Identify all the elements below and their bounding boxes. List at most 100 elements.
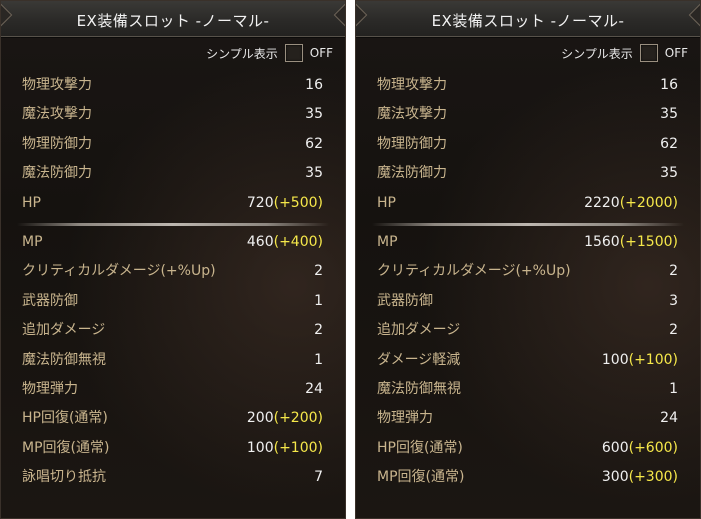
stat-row: 魔法攻撃力 35: [1, 100, 345, 129]
stat-value-group: 16: [660, 71, 678, 100]
stat-row: 詠唱切り抵抗 7: [1, 463, 345, 492]
stat-label: 魔法防御力: [377, 165, 447, 182]
stat-value: 200: [246, 410, 274, 427]
stat-row: 物理防御力 62: [1, 130, 345, 159]
stat-value-group: 2220(+2000): [584, 189, 678, 218]
simple-display-label: シンプル表示: [561, 46, 633, 61]
stat-label: 魔法攻撃力: [22, 106, 92, 123]
stat-label: HP回復(通常): [22, 410, 108, 427]
simple-display-checkbox[interactable]: [639, 44, 658, 62]
stat-row: 武器防御 1: [1, 287, 345, 316]
stat-row: 追加ダメージ 2: [1, 316, 345, 345]
stat-value-group: 200(+200): [247, 404, 323, 433]
stat-label: ダメージ軽減: [377, 351, 461, 368]
stat-value-group: 1: [314, 346, 323, 375]
stat-value: 2: [669, 322, 678, 339]
stat-value-group: 24: [305, 375, 323, 404]
stat-value: 24: [660, 410, 678, 427]
stat-row: 魔法防御力 35: [356, 159, 700, 188]
stat-label: HP回復(通常): [377, 439, 463, 456]
stat-label: MP回復(通常): [22, 439, 110, 456]
stat-row: 魔法防御無視 1: [356, 375, 700, 404]
stat-label: 物理攻撃力: [22, 77, 92, 93]
stat-value: 2: [669, 263, 678, 280]
stat-label: 魔法防御無視: [377, 381, 461, 397]
simple-display-label: シンプル表示: [206, 46, 278, 61]
stat-label: 詠唱切り抵抗: [22, 469, 106, 486]
stat-row: MP 1560(+1500): [356, 228, 700, 257]
stat-value-group: 2: [314, 316, 323, 345]
stat-divider: [17, 223, 329, 226]
stat-value: 600: [601, 439, 629, 456]
stat-value: 100: [601, 351, 629, 368]
stat-value: 100: [246, 439, 274, 456]
stat-label: HP: [377, 194, 396, 211]
stat-label: 魔法防御無視: [22, 351, 106, 368]
stat-value-group: 1: [669, 375, 678, 404]
simple-display-toggle[interactable]: シンプル表示 OFF: [206, 42, 333, 64]
stat-row: 物理弾力 24: [1, 375, 345, 404]
stat-row: 物理弾力 24: [356, 404, 700, 433]
stat-value-group: 35: [660, 159, 678, 188]
stat-value: 3: [669, 292, 678, 309]
stat-value: 2: [314, 263, 323, 280]
stat-value: 1: [314, 292, 323, 309]
stat-value: 720: [246, 194, 274, 211]
ex-slot-panel-left: EX装備スロット -ノーマル- シンプル表示 OFF 物理攻撃力 16 魔法攻撃力 3…: [0, 0, 346, 519]
stat-value-group: 2: [669, 316, 678, 345]
stat-value: 1: [669, 381, 678, 397]
stat-row: 物理攻撃力 16: [1, 71, 345, 100]
stat-row: 物理攻撃力 16: [356, 71, 700, 100]
stat-row: クリティカルダメージ(+%Up) 2: [1, 257, 345, 286]
stat-bonus: (+400): [273, 234, 323, 250]
stat-divider: [372, 223, 684, 226]
stat-row: HP回復(通常) 600(+600): [356, 434, 700, 463]
stat-label: 魔法攻撃力: [377, 106, 447, 123]
stat-value-group: 16: [305, 71, 323, 100]
stat-value: 7: [314, 469, 323, 486]
stat-label: クリティカルダメージ(+%Up): [377, 263, 571, 280]
stat-bonus: (+300): [628, 469, 678, 486]
stat-row: クリティカルダメージ(+%Up) 2: [356, 257, 700, 286]
stat-bonus: (+100): [628, 351, 678, 368]
stat-label: MP回復(通常): [377, 469, 465, 486]
stat-value-group: 62: [660, 130, 678, 159]
stat-value: 35: [305, 165, 323, 182]
stat-value-group: 3: [669, 287, 678, 316]
stat-value-group: 100(+100): [247, 434, 323, 463]
stat-value-group: 1: [314, 287, 323, 316]
stat-value-group: 100(+100): [602, 346, 678, 375]
stat-bonus: (+100): [273, 439, 323, 456]
panel-titlebar[interactable]: EX装備スロット -ノーマル-: [356, 1, 700, 37]
stat-row: MP回復(通常) 300(+300): [356, 463, 700, 492]
stat-value-group: 7: [314, 463, 323, 492]
stat-value: 35: [660, 165, 678, 182]
stat-row: MP 460(+400): [1, 228, 345, 257]
stat-value-group: 35: [305, 159, 323, 188]
simple-display-toggle[interactable]: シンプル表示 OFF: [561, 42, 688, 64]
stat-value: 1: [314, 351, 323, 368]
ex-slot-panel-right: EX装備スロット -ノーマル- シンプル表示 OFF 物理攻撃力 16 魔法攻撃力 3…: [355, 0, 701, 519]
stat-row: MP回復(通常) 100(+100): [1, 434, 345, 463]
stat-bonus: (+2000): [619, 194, 678, 211]
stat-value: 35: [660, 106, 678, 123]
stat-label: MP: [22, 234, 43, 250]
stat-row: 武器防御 3: [356, 287, 700, 316]
stat-value: 16: [305, 77, 323, 93]
stat-value: 1560: [584, 234, 620, 250]
stat-value: 35: [305, 106, 323, 123]
stat-bonus: (+200): [273, 410, 323, 427]
stat-label: クリティカルダメージ(+%Up): [22, 263, 216, 280]
simple-display-checkbox[interactable]: [284, 44, 303, 62]
stat-label: 追加ダメージ: [377, 322, 461, 339]
stat-value: 62: [305, 135, 323, 152]
panel-titlebar[interactable]: EX装備スロット -ノーマル-: [1, 1, 345, 37]
stat-row: 追加ダメージ 2: [356, 316, 700, 345]
stat-value: 460: [246, 234, 274, 250]
stat-label: 物理防御力: [377, 135, 447, 152]
stat-label: 追加ダメージ: [22, 322, 106, 339]
stat-label: MP: [377, 234, 398, 250]
stat-bonus: (+1500): [619, 234, 678, 250]
stat-value-group: 600(+600): [602, 434, 678, 463]
stat-row: 物理防御力 62: [356, 130, 700, 159]
